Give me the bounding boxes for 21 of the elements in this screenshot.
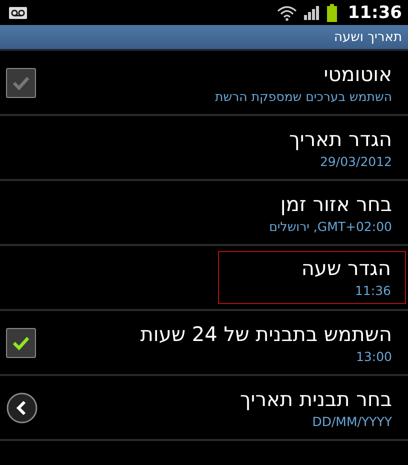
item-summary: השתמש בערכים שמספקת הרשת — [215, 88, 392, 106]
checkbox[interactable] — [6, 328, 36, 358]
item-title: בחר תבנית תאריך — [240, 386, 392, 412]
item-summary: 13:00 — [356, 348, 392, 366]
item-summary: 11:36 — [354, 282, 391, 300]
item-title: בחר אזור זמן — [280, 190, 392, 218]
clock: 11:36 — [348, 2, 402, 22]
wifi-icon — [276, 4, 297, 20]
battery-icon — [326, 4, 337, 22]
item-title: השתמש בתבנית של 24 שעות — [140, 320, 392, 348]
item-summary: ירושלים ,GMT+02:00 — [269, 218, 392, 236]
voicemail-icon — [9, 6, 27, 18]
screen-title: תאריך ושעה — [334, 30, 402, 44]
item-title: הגדר תאריך — [289, 126, 392, 152]
item-summary: DD/MM/YYYY — [312, 412, 392, 430]
settings-item[interactable]: בחר אזור זמן ירושלים ,GMT+02:00 — [0, 181, 408, 246]
item-summary: 29/03/2012 — [320, 152, 392, 170]
signal-icon — [304, 6, 320, 20]
item-title: הגדר שעה — [301, 255, 391, 282]
item-title: אוטומטי — [324, 60, 392, 88]
chevron-left-icon[interactable] — [6, 392, 38, 424]
